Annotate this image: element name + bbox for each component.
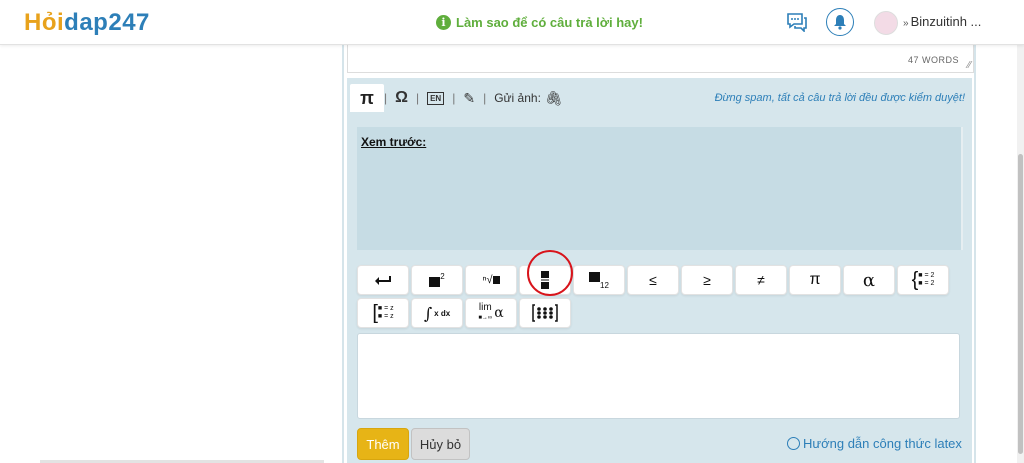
latex-guide-link[interactable]: Hướng dẫn công thức latex: [787, 436, 962, 451]
site-logo[interactable]: Hỏidap247: [24, 9, 150, 37]
math-editor-panel: π | Ω | EN | ✎ | Gửi ảnh: 🖇 Đừng spam, t…: [347, 78, 972, 463]
leq-symbol: ≤: [649, 272, 657, 288]
highlight-circle-annotation: [527, 250, 573, 296]
add-formula-button[interactable]: Thêm: [357, 428, 409, 460]
preview-label: Xem trước:: [361, 135, 427, 149]
equation-system-button[interactable]: {■ = 2 ■ = 2: [897, 265, 949, 295]
superscript-button[interactable]: 2: [411, 265, 463, 295]
subscript-button[interactable]: 12: [573, 265, 625, 295]
omega-icon: Ω: [395, 89, 408, 106]
answer-editor-footer: 47 WORDS ⁄⁄: [347, 44, 974, 73]
bracket-system-icon: [■ = z ■ = z: [372, 302, 394, 324]
alpha-symbol: α: [862, 269, 876, 291]
answer-hint-link[interactable]: i Làm sao để có câu trả lời hay!: [436, 15, 643, 30]
notification-bell-button[interactable]: [826, 8, 854, 36]
tab-math-symbols[interactable]: π: [350, 84, 384, 112]
math-buttons-row-1: 2 ⁿ√ 12 ≤ ≥ ≠ π α {■ = 2 ■ = 2: [357, 265, 949, 295]
base-square-icon: [429, 277, 441, 287]
tab-drawing[interactable]: ✎: [455, 84, 483, 112]
limit-icon: lim ■→∞: [478, 302, 493, 322]
geq-symbol: ≥: [703, 272, 711, 288]
integral-button[interactable]: ∫ x dx: [411, 298, 463, 328]
neq-symbol: ≠: [757, 272, 765, 288]
page-scrollbar[interactable]: [1017, 44, 1024, 463]
base-square-icon: [589, 272, 601, 282]
alpha-button[interactable]: α: [843, 265, 895, 295]
cancel-button[interactable]: Hủy bỏ: [411, 428, 470, 460]
matrix-icon: [532, 304, 558, 322]
leq-button[interactable]: ≤: [627, 265, 679, 295]
enter-icon: [375, 276, 391, 285]
brace-system-icon: {■ = 2 ■ = 2: [911, 269, 935, 291]
subscript-index-icon: 12: [600, 280, 609, 290]
send-image-label: Gửi ảnh:: [494, 91, 541, 105]
limit-alpha-icon: α: [494, 305, 504, 321]
word-count: 47 WORDS: [907, 55, 959, 65]
user-avatar[interactable]: [874, 11, 898, 35]
exponent-icon: 2: [440, 271, 445, 281]
keyboard-en-icon: EN: [427, 91, 445, 105]
bell-icon: [834, 15, 846, 30]
scrollbar-thumb[interactable]: [1018, 154, 1023, 454]
user-menu[interactable]: » Binzuitinh ...: [903, 14, 981, 29]
integral-dx-icon: x dx: [434, 308, 451, 318]
root-icon: ⁿ√: [482, 274, 493, 286]
cancel-label: Hủy bỏ: [419, 436, 462, 452]
content-border-left: [342, 44, 344, 463]
sqrt-button[interactable]: ⁿ√: [465, 265, 517, 295]
paperclip-icon: 🖇: [544, 89, 563, 106]
math-toolbar-tabs: π | Ω | EN | ✎ | Gửi ảnh: 🖇: [350, 84, 563, 112]
math-buttons-row-2: [■ = z ■ = z ∫ x dx lim ■→∞ α: [357, 298, 571, 328]
neq-button[interactable]: ≠: [735, 265, 787, 295]
pi-button[interactable]: π: [789, 265, 841, 295]
content-border-right: [974, 44, 976, 463]
bracket-system-button[interactable]: [■ = z ■ = z: [357, 298, 409, 328]
info-icon: i: [436, 15, 451, 30]
radicand-square-icon: [492, 276, 500, 284]
answer-hint-text: Làm sao để có câu trả lời hay!: [456, 15, 643, 30]
newline-button[interactable]: [357, 265, 409, 295]
chevron-down-icon: »: [903, 18, 909, 29]
moderation-notice: Đừng spam, tất cả câu trả lời đều được k…: [714, 92, 965, 104]
send-image-button[interactable]: Gửi ảnh: 🖇: [486, 90, 563, 107]
pi-symbol: π: [809, 271, 821, 288]
tab-special-chars[interactable]: Ω: [387, 84, 416, 112]
matrix-button[interactable]: [519, 298, 571, 328]
logo-part-1: Hỏi: [24, 9, 65, 36]
formula-preview: Xem trước:: [357, 127, 963, 250]
limit-button[interactable]: lim ■→∞ α: [465, 298, 517, 328]
logo-part-2: dap247: [64, 9, 150, 36]
chat-icon[interactable]: [786, 12, 808, 32]
latex-guide-label: Hướng dẫn công thức latex: [803, 436, 962, 451]
latex-input[interactable]: [357, 333, 960, 419]
pi-tab-label: π: [360, 87, 374, 108]
add-label: Thêm: [366, 436, 400, 452]
resize-handle-icon[interactable]: ⁄⁄: [968, 60, 971, 71]
top-bar: Hỏidap247 i Làm sao để có câu trả lời ha…: [0, 0, 1024, 45]
help-icon: [787, 437, 800, 450]
integral-icon: ∫: [423, 303, 433, 323]
geq-button[interactable]: ≥: [681, 265, 733, 295]
draw-icon: ✎: [463, 89, 476, 106]
tab-english-keyboard[interactable]: EN: [419, 84, 452, 112]
username-label: Binzuitinh ...: [910, 14, 982, 29]
